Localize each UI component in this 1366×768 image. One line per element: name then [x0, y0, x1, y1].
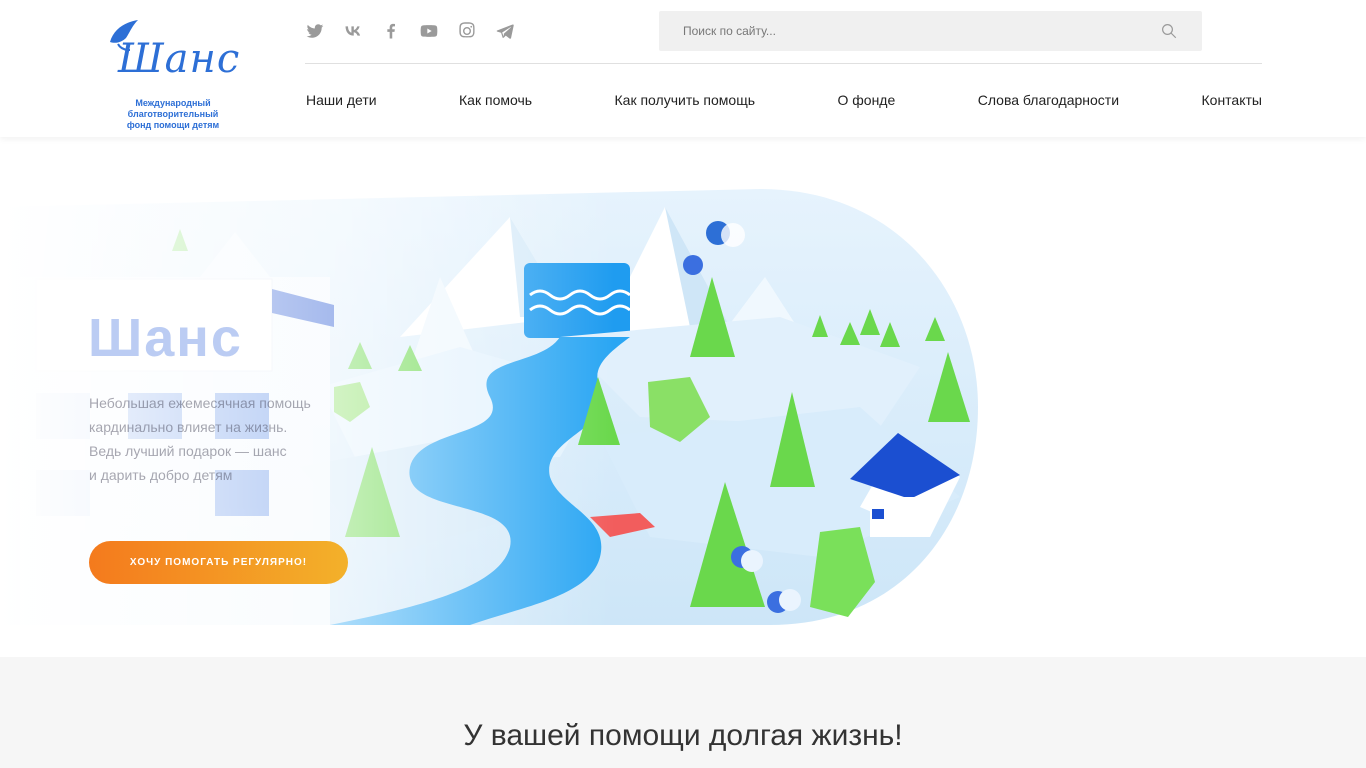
logo-subtitle-line: Международный благотворительный: [127, 98, 219, 119]
telegram-icon[interactable]: [494, 20, 516, 42]
nav-item-about[interactable]: О фонде: [837, 92, 895, 108]
section-heading: У вашей помощи долгая жизнь!: [463, 719, 903, 752]
logo-subtitle-line: фонд помощи детям: [126, 120, 220, 130]
search-input[interactable]: [683, 11, 1143, 51]
twitter-icon[interactable]: [304, 20, 326, 42]
hero-text-line: и дарить добро детям: [89, 467, 233, 483]
help-regularly-button[interactable]: ХОЧУ ПОМОГАТЬ РЕГУЛЯРНО!: [89, 541, 348, 584]
logo[interactable]: Шанс Международный благотворительный фон…: [100, 12, 242, 130]
hero-text: Небольшая ежемесячная помощь кардинально…: [89, 391, 329, 487]
hero-text-line: Небольшая ежемесячная помощь: [89, 395, 311, 411]
nav-item-get-help[interactable]: Как получить помощь: [615, 92, 756, 108]
youtube-icon[interactable]: [418, 20, 440, 42]
search-box: [659, 11, 1202, 51]
long-life-section: У вашей помощи долгая жизнь!: [0, 657, 1366, 768]
nav-item-contacts[interactable]: Контакты: [1202, 92, 1262, 108]
logo-subtitle: Международный благотворительный фонд пом…: [108, 98, 238, 131]
logo-text: Шанс: [118, 36, 241, 82]
search-icon[interactable]: [1160, 22, 1178, 40]
nav-item-how-to-help[interactable]: Как помочь: [459, 92, 532, 108]
instagram-icon[interactable]: [456, 20, 478, 42]
hero-section: Шанс Небольшая ежемесячная помощь кардин…: [0, 137, 1366, 657]
hero-title: Шанс: [88, 308, 243, 368]
nav-item-our-children[interactable]: Наши дети: [306, 92, 377, 108]
vk-icon[interactable]: [342, 20, 364, 42]
header-divider: [305, 63, 1262, 64]
facebook-icon[interactable]: [380, 20, 402, 42]
hero-text-line: Ведь лучший подарок — шанс: [89, 443, 287, 459]
site-header: Шанс Международный благотворительный фон…: [0, 0, 1366, 137]
nav-item-thanks[interactable]: Слова благодарности: [978, 92, 1119, 108]
social-links: [304, 20, 516, 42]
main-nav: Наши дети Как помочь Как получить помощь…: [306, 92, 1262, 108]
hero-text-line: кардинально влияет на жизнь.: [89, 419, 288, 435]
